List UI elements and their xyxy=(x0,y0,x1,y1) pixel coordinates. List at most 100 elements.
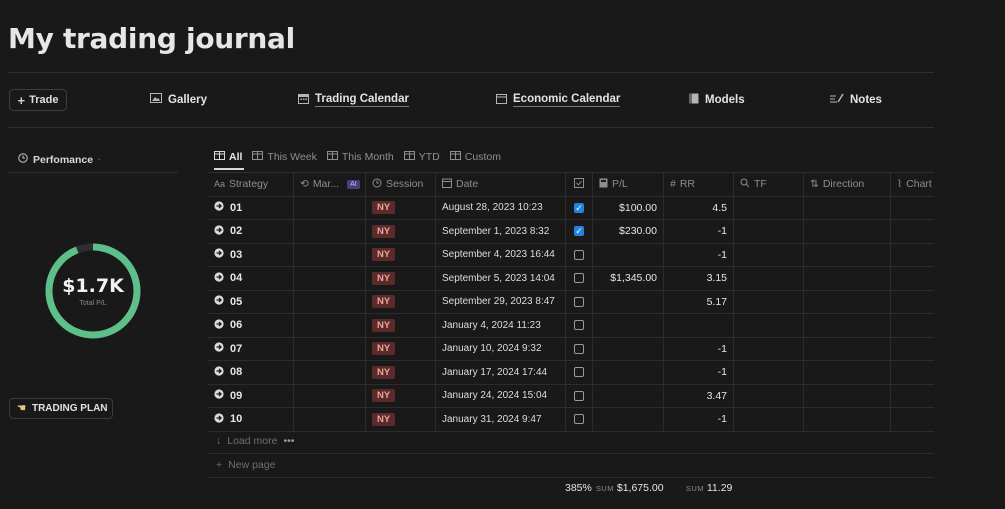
session-cell[interactable]: NY xyxy=(366,314,436,337)
column-header-session[interactable]: Session xyxy=(366,173,436,196)
row-checkbox[interactable] xyxy=(574,296,584,307)
direction-cell[interactable] xyxy=(804,196,891,219)
row-checkbox[interactable] xyxy=(574,367,584,378)
direction-cell[interactable] xyxy=(804,361,891,384)
direction-cell[interactable] xyxy=(804,220,891,243)
market-cell[interactable] xyxy=(294,290,366,313)
pl-cell[interactable] xyxy=(593,384,664,407)
rr-cell[interactable]: -1 xyxy=(664,220,734,243)
market-cell[interactable] xyxy=(294,361,366,384)
column-header-chart[interactable]: ⌇ Chart xyxy=(891,173,934,196)
strategy-cell[interactable]: 10 xyxy=(208,408,294,431)
chart-cell[interactable] xyxy=(891,197,934,220)
chart-cell[interactable] xyxy=(891,244,934,267)
checkbox-cell[interactable]: ✓ xyxy=(566,196,593,219)
chart-cell[interactable] xyxy=(891,361,934,384)
rr-cell[interactable]: -1 xyxy=(664,243,734,266)
row-checkbox[interactable] xyxy=(574,343,584,354)
table-row[interactable]: 01 NY August 28, 2023 10:23 ✓ $100.00 4.… xyxy=(208,196,934,220)
checkbox-cell[interactable] xyxy=(566,361,593,384)
direction-cell[interactable] xyxy=(804,243,891,266)
column-header-direction[interactable]: ⇅ Direction xyxy=(804,173,891,196)
nav-gallery-link[interactable]: Gallery xyxy=(150,93,207,106)
chart-cell[interactable] xyxy=(891,220,934,243)
checkbox-cell[interactable] xyxy=(566,267,593,290)
rr-cell[interactable]: -1 xyxy=(664,408,734,431)
market-cell[interactable] xyxy=(294,337,366,360)
rr-cell[interactable]: -1 xyxy=(664,337,734,360)
direction-cell[interactable] xyxy=(804,314,891,337)
direction-cell[interactable] xyxy=(804,337,891,360)
tf-cell[interactable] xyxy=(734,337,804,360)
strategy-cell[interactable]: 01 xyxy=(208,196,294,219)
performance-heading[interactable]: Perfomance · xyxy=(18,153,101,166)
chart-cell[interactable] xyxy=(891,314,934,337)
session-cell[interactable]: NY xyxy=(366,267,436,290)
table-row[interactable]: 10 NY January 31, 2024 9:47 -1 xyxy=(208,408,934,432)
checkbox-cell[interactable] xyxy=(566,243,593,266)
strategy-cell[interactable]: 04 xyxy=(208,267,294,290)
rr-cell[interactable]: 4.5 xyxy=(664,196,734,219)
table-row[interactable]: 04 NY September 5, 2023 14:04 $1,345.00 … xyxy=(208,267,934,291)
tf-cell[interactable] xyxy=(734,243,804,266)
market-cell[interactable] xyxy=(294,384,366,407)
table-row[interactable]: 09 NY January 24, 2024 15:04 3.47 xyxy=(208,384,934,408)
chart-cell[interactable] xyxy=(891,338,934,361)
checkbox-cell[interactable] xyxy=(566,314,593,337)
tab-ytd[interactable]: YTD xyxy=(403,151,440,163)
session-cell[interactable]: NY xyxy=(366,384,436,407)
market-cell[interactable] xyxy=(294,220,366,243)
pl-cell[interactable] xyxy=(593,243,664,266)
market-cell[interactable] xyxy=(294,408,366,431)
tf-cell[interactable] xyxy=(734,267,804,290)
tab-all[interactable]: All xyxy=(214,151,242,163)
column-header-market[interactable]: ⟲ Mar... AI xyxy=(294,173,366,196)
session-cell[interactable]: NY xyxy=(366,243,436,266)
date-cell[interactable]: September 29, 2023 8:47 xyxy=(436,290,566,313)
load-more-button[interactable]: ↓ Load more ••• xyxy=(216,435,294,447)
trading-plan-button[interactable]: ☚ TRADING PLAN xyxy=(9,398,113,419)
strategy-cell[interactable]: 08 xyxy=(208,361,294,384)
row-checkbox[interactable]: ✓ xyxy=(574,202,584,213)
chart-cell[interactable] xyxy=(891,291,934,314)
tf-cell[interactable] xyxy=(734,361,804,384)
new-trade-button[interactable]: + Trade xyxy=(9,89,67,111)
pl-cell[interactable] xyxy=(593,361,664,384)
tf-cell[interactable] xyxy=(734,314,804,337)
pl-cell[interactable] xyxy=(593,290,664,313)
checkbox-cell[interactable] xyxy=(566,408,593,431)
column-header-rr[interactable]: # RR xyxy=(664,173,734,196)
date-cell[interactable]: September 4, 2023 16:44 xyxy=(436,243,566,266)
row-checkbox[interactable] xyxy=(574,390,584,401)
tab-this-month[interactable]: This Month xyxy=(326,151,394,163)
row-checkbox[interactable] xyxy=(574,249,584,260)
column-header-tf[interactable]: TF xyxy=(734,173,804,196)
market-cell[interactable] xyxy=(294,314,366,337)
session-cell[interactable]: NY xyxy=(366,196,436,219)
direction-cell[interactable] xyxy=(804,290,891,313)
session-cell[interactable]: NY xyxy=(366,290,436,313)
strategy-cell[interactable]: 06 xyxy=(208,314,294,337)
table-row[interactable]: 07 NY January 10, 2024 9:32 -1 xyxy=(208,337,934,361)
table-row[interactable]: 05 NY September 29, 2023 8:47 5.17 xyxy=(208,290,934,314)
direction-cell[interactable] xyxy=(804,408,891,431)
rr-cell[interactable] xyxy=(664,314,734,337)
tab-custom[interactable]: Custom xyxy=(449,151,501,163)
tf-cell[interactable] xyxy=(734,196,804,219)
table-row[interactable]: 02 NY September 1, 2023 8:32 ✓ $230.00 -… xyxy=(208,220,934,244)
direction-cell[interactable] xyxy=(804,384,891,407)
strategy-cell[interactable]: 09 xyxy=(208,384,294,407)
session-cell[interactable]: NY xyxy=(366,361,436,384)
nav-models-link[interactable]: Models xyxy=(689,93,745,107)
pl-cell[interactable] xyxy=(593,408,664,431)
date-cell[interactable]: January 10, 2024 9:32 xyxy=(436,337,566,360)
pl-cell[interactable]: $1,345.00 xyxy=(593,267,664,290)
date-cell[interactable]: August 28, 2023 10:23 xyxy=(436,196,566,219)
nav-trading-calendar-link[interactable]: Trading Calendar xyxy=(298,93,409,107)
date-cell[interactable]: January 4, 2024 11:23 xyxy=(436,314,566,337)
pl-cell[interactable]: $100.00 xyxy=(593,196,664,219)
tf-cell[interactable] xyxy=(734,220,804,243)
market-cell[interactable] xyxy=(294,196,366,219)
column-header-date[interactable]: Date xyxy=(436,173,566,196)
pl-cell[interactable] xyxy=(593,337,664,360)
